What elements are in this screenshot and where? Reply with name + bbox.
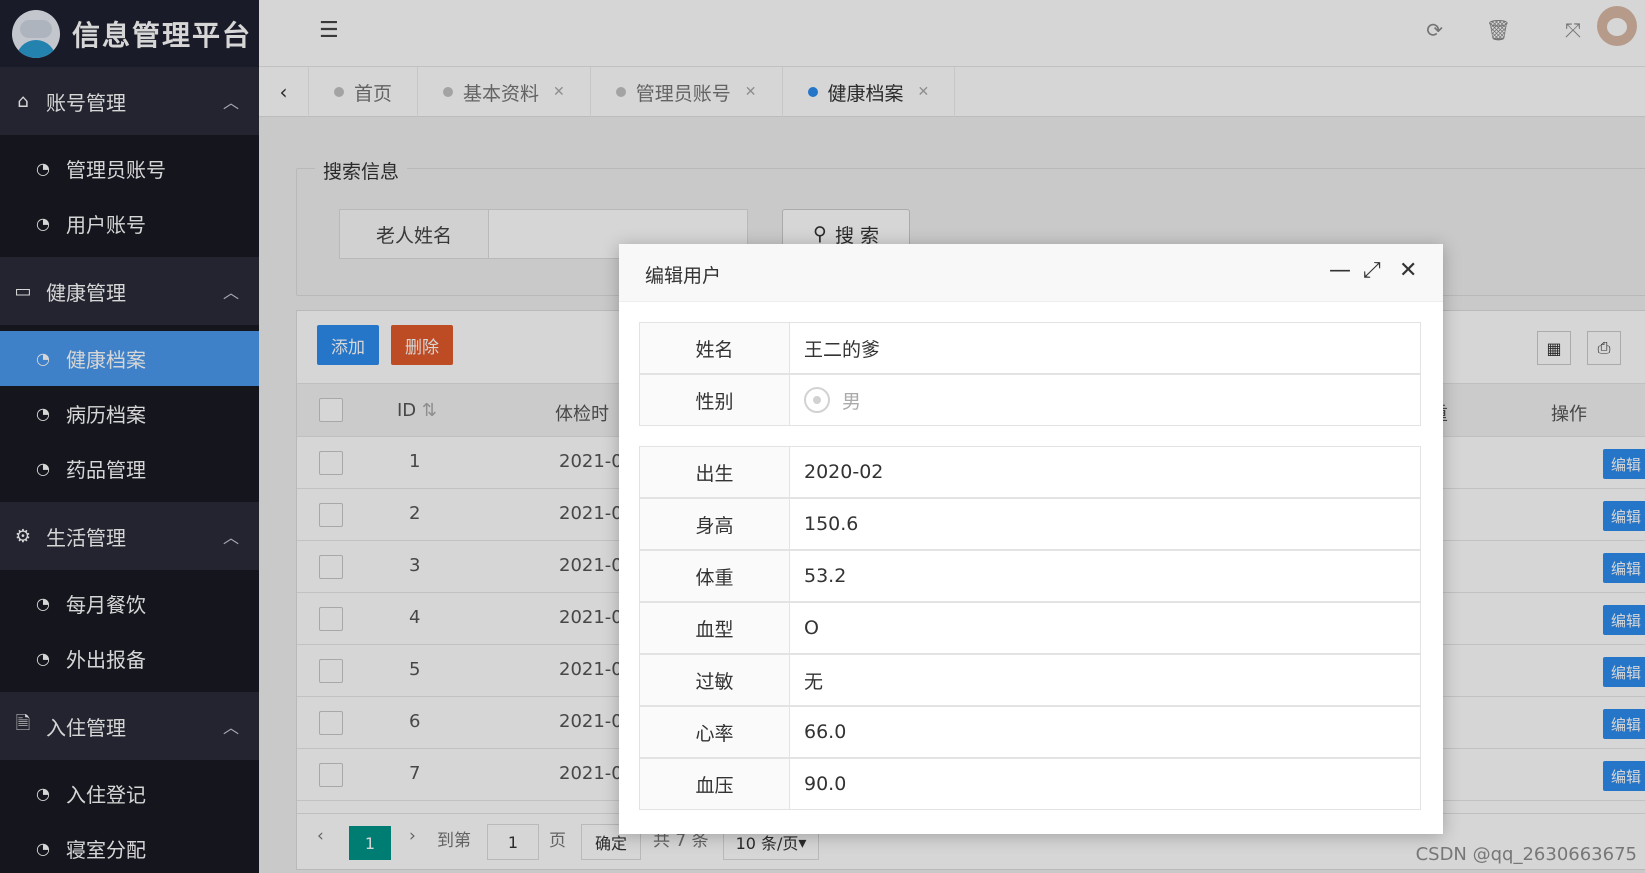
form-input[interactable]: 150.6	[790, 499, 1420, 549]
radio-label: 男	[842, 390, 862, 413]
form-label: 心率	[640, 707, 790, 757]
watermark: CSDN @qq_2630663675	[1415, 844, 1637, 865]
form-label: 过敏	[640, 655, 790, 705]
app-root: 信息管理平台 ⌂ 账号管理 ︿ ◔ 管理员账号 ◔ 用户账号 ▭ 健康管理 ︿ ◔ 健…	[0, 0, 1645, 873]
modal-body: 姓名 王二的爹 性别 男出生 2020-02 身高 150.6 体重 53.2 血型 O 过敏无心率 6…	[639, 322, 1421, 832]
form-input[interactable]: 90.0	[790, 759, 1420, 809]
form-input[interactable]: 无	[790, 655, 1420, 705]
form-row: 过敏无	[639, 654, 1421, 706]
form-row: 出生 2020-02	[639, 446, 1421, 498]
form-input[interactable]: O	[790, 603, 1420, 653]
form-input[interactable]: 66.0	[790, 707, 1420, 757]
form-row: 血压 90.0	[639, 758, 1421, 810]
form-row: 体重 53.2	[639, 550, 1421, 602]
form-input[interactable]: 53.2	[790, 551, 1420, 601]
form-label: 血压	[640, 759, 790, 809]
form-row: 血型 O	[639, 602, 1421, 654]
form-row: 身高 150.6	[639, 498, 1421, 550]
form-label: 身高	[640, 499, 790, 549]
close-icon[interactable]: ✕	[1399, 258, 1417, 283]
form-input[interactable]: 2020-02	[790, 447, 1420, 497]
maximize-icon[interactable]: ⤢	[1363, 258, 1381, 283]
modal-header: 编辑用户 — ⤢ ✕	[619, 244, 1443, 302]
edit-user-modal: 编辑用户 — ⤢ ✕ 姓名 王二的爹 性别 男出生 2020-02 身高 150.6 体重 53…	[619, 244, 1443, 834]
gender-radio-group[interactable]: 男	[790, 375, 1420, 425]
form-input[interactable]: 王二的爹	[790, 323, 1420, 373]
modal-title: 编辑用户	[645, 265, 722, 287]
form-label: 性别	[640, 375, 790, 425]
form-gap	[639, 426, 1421, 446]
form-row: 姓名 王二的爹	[639, 322, 1421, 374]
form-label: 出生	[640, 447, 790, 497]
radio-icon[interactable]	[804, 387, 830, 413]
form-row: 性别 男	[639, 374, 1421, 426]
form-row: 心率 66.0	[639, 706, 1421, 758]
form-label: 血型	[640, 603, 790, 653]
form-label: 体重	[640, 551, 790, 601]
minimize-icon[interactable]: —	[1329, 258, 1351, 283]
form-label: 姓名	[640, 323, 790, 373]
